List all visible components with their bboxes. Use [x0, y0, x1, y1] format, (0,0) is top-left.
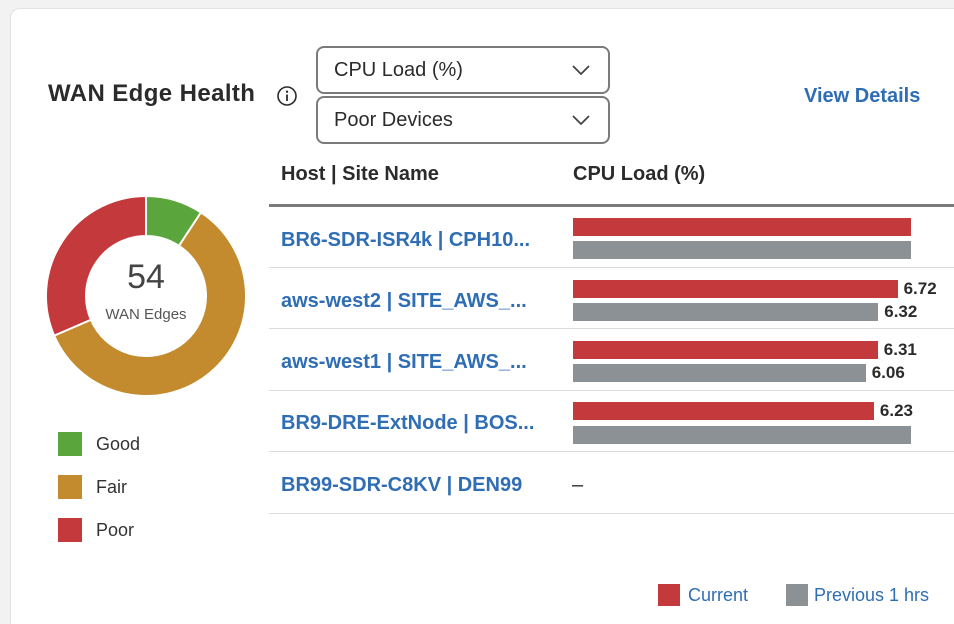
device-filter-select[interactable]: Poor Devices — [316, 96, 610, 144]
previous-bar — [573, 426, 912, 444]
chevron-down-icon — [572, 115, 590, 126]
chevron-down-icon — [572, 65, 590, 76]
previous-bar — [573, 241, 912, 259]
host-link[interactable]: BR99-SDR-C8KV | DEN99 — [281, 474, 522, 497]
current-bar — [573, 218, 912, 236]
row-divider — [269, 390, 954, 391]
row-divider — [269, 328, 954, 329]
row-divider — [269, 267, 954, 268]
previous-legend-label[interactable]: Previous 1 hrs — [814, 585, 929, 606]
current-bar — [573, 402, 874, 420]
metric-select[interactable]: CPU Load (%) — [316, 46, 610, 94]
column-header-host: Host | Site Name — [281, 163, 439, 185]
info-icon[interactable] — [276, 85, 298, 107]
host-link[interactable]: BR6-SDR-ISR4k | CPH10... — [281, 229, 530, 252]
row-divider — [269, 513, 954, 514]
legend-good-swatch — [58, 432, 82, 456]
current-value-label: 6.23 — [879, 401, 913, 420]
legend-poor-label: Poor — [96, 520, 135, 540]
previous-legend-swatch — [786, 584, 808, 606]
donut-label: WAN Edges — [105, 306, 187, 323]
row-divider — [269, 451, 954, 452]
current-bar — [573, 280, 898, 298]
current-value-label: 6.72 — [903, 279, 937, 298]
current-legend-swatch — [658, 584, 680, 606]
legend-poor-swatch — [58, 518, 82, 542]
previous-value-label: 6.32 — [884, 302, 918, 321]
no-data-dash: – — [572, 474, 584, 496]
previous-value-label: 6.06 — [871, 363, 905, 382]
host-link[interactable]: BR9-DRE-ExtNode | BOS... — [281, 412, 534, 435]
device-filter-value: Poor Devices — [334, 108, 453, 131]
current-bar — [573, 341, 878, 359]
column-header-cpu-load: CPU Load (%) — [573, 163, 706, 185]
header-divider — [269, 204, 954, 207]
metric-select-value: CPU Load (%) — [334, 58, 463, 81]
legend-fair-label: Fair — [96, 477, 127, 497]
widget-title: WAN Edge Health — [48, 80, 256, 107]
previous-bar — [573, 364, 866, 382]
current-value-label: 6.31 — [883, 340, 917, 359]
donut-total: 54 — [127, 258, 165, 296]
current-legend-label[interactable]: Current — [688, 585, 748, 606]
previous-bar — [573, 303, 879, 321]
view-details-link[interactable]: View Details — [804, 85, 920, 108]
host-link[interactable]: aws-west2 | SITE_AWS_... — [281, 290, 527, 313]
host-link[interactable]: aws-west1 | SITE_AWS_... — [281, 351, 527, 374]
legend-good-label: Good — [96, 434, 141, 454]
legend-fair-swatch — [58, 475, 82, 499]
